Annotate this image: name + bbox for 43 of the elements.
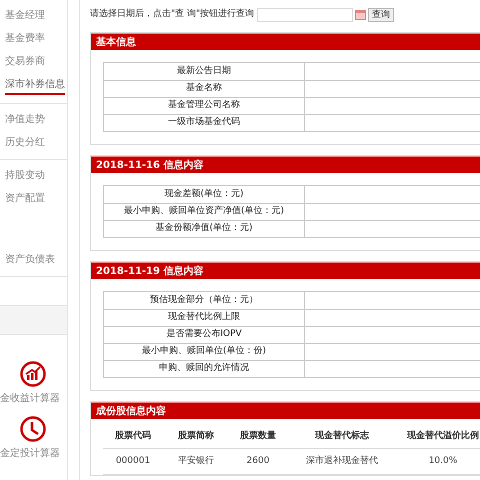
chart-icon	[20, 361, 46, 387]
clock-icon	[20, 416, 46, 442]
column-header: 现金替代溢价比例	[407, 430, 479, 443]
field-label: 申购、赎回的允许情况	[159, 362, 249, 376]
field-label: 最小申购、赎回单位(单位：份)	[142, 345, 266, 358]
field-label: 最新公告日期	[177, 64, 231, 78]
field-label: 现金替代比例上限	[168, 311, 240, 324]
field-label: 现金差额(单位：元)	[164, 188, 244, 201]
table-cell-text: 10.0%	[428, 454, 458, 468]
column-header: 股票数量	[240, 430, 276, 443]
section-title: 2018-11-19 信息内容	[96, 264, 204, 278]
field-label: 预估现金部分（单位：元）	[150, 294, 258, 307]
sidebar-link[interactable]: 持股变动	[5, 168, 45, 184]
tool-link[interactable]: 金定投计算器	[0, 446, 60, 461]
table-cell-text: 000001	[116, 454, 150, 468]
section-title: 2018-11-16 信息内容	[96, 158, 204, 172]
sidebar-link[interactable]: 净值走势	[5, 112, 45, 128]
table-cell-text: 深市退补现金替代	[306, 454, 378, 468]
calendar-icon[interactable]	[355, 10, 366, 20]
search-button[interactable]: 查询	[368, 8, 394, 22]
tool-link[interactable]: 金收益计算器	[0, 391, 60, 406]
sidebar-link[interactable]: 基金经理	[5, 8, 45, 24]
query-hint: 请选择日期后，点击"查 询"按钮进行查询	[90, 8, 254, 22]
field-label: 最小申购、赎回单位资产净值(单位：元)	[124, 205, 284, 218]
column-header: 现金替代标志	[315, 430, 369, 443]
field-label: 基金份额净值(单位：元)	[155, 222, 253, 236]
field-label: 是否需要公布IOPV	[166, 328, 242, 342]
section-title: 基本信息	[96, 36, 136, 50]
section-title: 成份股信息内容	[96, 404, 166, 418]
column-header: 股票简称	[178, 430, 214, 443]
field-label: 基金名称	[186, 82, 222, 96]
field-label: 一级市场基金代码	[168, 116, 240, 130]
sidebar-link[interactable]: 交易券商	[5, 54, 45, 70]
table-cell-text: 2600	[246, 454, 270, 468]
sidebar-link[interactable]: 历史分红	[5, 135, 45, 151]
date-field[interactable]	[257, 8, 354, 22]
sidebar-link[interactable]: 基金费率	[5, 31, 45, 47]
sidebar-link[interactable]: 深市补券信息	[5, 77, 65, 95]
field-label: 基金管理公司名称	[168, 99, 240, 112]
table-cell-text: 平安银行	[178, 454, 214, 468]
sidebar-link[interactable]: 资产负债表	[5, 252, 55, 268]
column-header: 股票代码	[115, 430, 151, 443]
sidebar-link[interactable]: 资产配置	[5, 191, 45, 207]
